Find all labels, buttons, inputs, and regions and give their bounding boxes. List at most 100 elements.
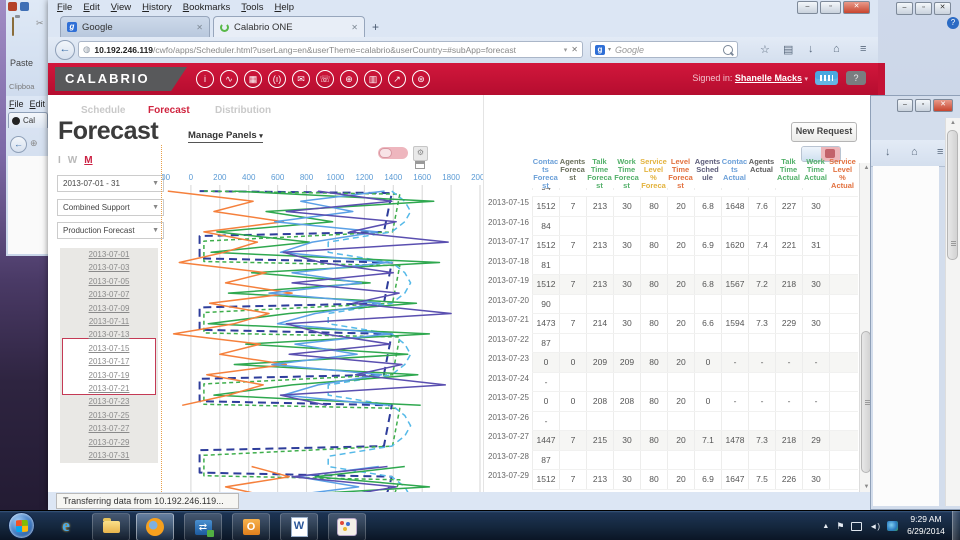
date-link[interactable]: 2013-07-11 [60,315,158,328]
new-request-button[interactable]: New Request [791,122,857,142]
paste-button[interactable] [12,18,14,36]
back-button[interactable]: ← [10,136,27,153]
taskbar-outlook[interactable]: O [232,513,270,540]
background-scrollbar[interactable]: ▲ [945,118,960,506]
table-row[interactable]: 87 [532,451,858,471]
stop-icon[interactable]: ✕ [571,45,578,54]
scrollbar-thumb[interactable] [947,130,958,260]
background-firefox-menubar[interactable]: File Edit [9,99,45,109]
back-button[interactable]: ← [55,40,75,60]
maximize-button[interactable]: ▫ [915,99,931,112]
firefox-menubar[interactable]: FileEditViewHistoryBookmarksToolsHelp [48,0,819,14]
menu-view[interactable]: View [111,2,131,13]
menu-file[interactable]: File [9,99,24,109]
tab-distribution[interactable]: Distribution [215,105,271,116]
table-row[interactable]: 151272133080206.916207.422131 [532,236,858,256]
taskbar-ie[interactable]: e [48,513,84,539]
minimize-button[interactable]: – [896,2,913,15]
target-icon[interactable]: ⊕ [340,70,358,88]
menu-history[interactable]: History [142,2,172,13]
table-row[interactable]: 94 [532,188,858,197]
close-button[interactable]: ✕ [934,2,951,15]
table-row[interactable]: 151272133080206.816487.622730 [532,197,858,217]
home-icon[interactable]: ⌂ [911,146,918,158]
menu-edit[interactable]: Edit [83,2,99,13]
taskbar-transfer-app[interactable]: ⇄ [184,513,222,540]
background-firefox-tab[interactable]: Cal [8,112,48,128]
queue-select[interactable]: Combined Support▼ [57,199,164,216]
trend-icon[interactable]: ↗ [388,70,406,88]
table-row[interactable]: 87 [532,334,858,354]
tab-schedule[interactable]: Schedule [81,105,125,116]
display-icon[interactable] [851,522,862,531]
date-link[interactable]: 2013-07-09 [60,302,158,315]
agent-icon[interactable]: ☏ [316,70,334,88]
menu-tools[interactable]: Tools [241,2,263,13]
table-row[interactable]: - [532,373,858,393]
minimize-button[interactable]: – [897,99,913,112]
menu-bookmarks[interactable]: Bookmarks [183,2,231,13]
maximize-button[interactable]: ▫ [915,2,932,15]
downloads-icon[interactable]: ↓ [885,146,891,158]
tab-close-icon[interactable]: ✕ [351,23,358,32]
background-window-2[interactable]: – ▫ ✕ ↓ ⌂ ≡ ▲ [870,95,960,510]
table-row[interactable]: 81 [532,256,858,276]
start-button[interactable] [8,512,35,539]
date-range-select[interactable]: 2013-07-01 - 31▼ [57,175,164,192]
bookmarks-menu-icon[interactable]: ▤ [783,43,793,56]
downloads-icon[interactable]: ↓ [808,43,814,55]
chart-popout-icon[interactable] [415,161,425,169]
hamburger-menu-icon[interactable]: ≡ [860,43,866,55]
table-row[interactable]: 151272133080206.815677.221830 [532,275,858,295]
date-link[interactable]: 2013-07-25 [60,409,158,422]
table-row[interactable]: 0020920980200---- [532,353,858,373]
user-menu[interactable]: Shanelle Macks [735,73,802,83]
menu-edit[interactable]: Edit [30,99,46,109]
broadcast-icon[interactable]: (ı) [268,70,286,88]
user-dropdown-icon[interactable]: ▾ [804,76,808,83]
date-link[interactable]: 2013-07-19 [60,369,158,382]
bookmark-star-icon[interactable]: ☆ [760,43,770,56]
tab-forecast[interactable]: Forecast [148,105,190,116]
activity-icon[interactable]: ∿ [220,70,238,88]
cut-icon[interactable]: ✂ [36,18,44,29]
taskbar-word[interactable]: W [280,513,318,540]
date-link[interactable]: 2013-07-01 [60,248,158,261]
date-link[interactable]: 2013-07-23 [60,395,158,408]
table-row[interactable]: 0020820880200---- [532,392,858,412]
tab-google[interactable]: g Google ✕ [60,16,210,37]
info-icon[interactable]: i [196,70,214,88]
date-link[interactable]: 2013-07-13 [60,328,158,341]
search-engine-dropdown-icon[interactable]: ▾ [608,46,611,53]
table-row[interactable]: 147372143080206.615947.322930 [532,314,858,334]
url-bar[interactable]: ◍ 10.192.246.119 /cwfo/apps/Scheduler.ht… [78,41,583,58]
taskbar-paint[interactable] [328,513,366,540]
network-icon[interactable] [887,521,898,531]
taskbar-explorer[interactable] [92,513,130,540]
show-desktop-button[interactable] [952,511,960,540]
search-icon[interactable] [723,45,733,55]
table-row[interactable]: - [532,412,858,432]
close-button[interactable]: ✕ [933,99,953,112]
help-icon[interactable]: ? [947,17,959,29]
home-icon[interactable]: ⌂ [833,43,840,55]
date-link[interactable]: 2013-07-27 [60,422,158,435]
granularity-i[interactable]: I [58,155,61,166]
word-window-fragment[interactable]: ✂ Paste Clipboa [6,0,49,96]
table-row[interactable]: 151272133080206.916477.522630 [532,470,858,490]
background-firefox-right[interactable]: – ▫ ✕ ? – ▫ ✕ ↓ ⌂ ≡ ▲ [878,0,960,510]
tab-close-icon[interactable]: ✕ [196,23,203,32]
url-dropdown-icon[interactable]: ▾ [564,46,568,54]
calendar-icon[interactable]: ▦ [244,70,262,88]
table-row[interactable]: 90 [532,295,858,315]
speaker-icon[interactable]: ◄) [869,522,880,531]
forecast-type-select[interactable]: Production Forecast▼ [57,222,164,239]
date-link[interactable]: 2013-07-07 [60,288,158,301]
tab-calabrio-one[interactable]: Calabrio ONE ✕ [213,16,365,37]
taskbar-firefox[interactable] [136,513,174,540]
manage-panels-button[interactable]: Manage Panels ▾ [188,130,263,143]
scroll-up-icon[interactable]: ▲ [946,120,960,126]
granularity-w[interactable]: W [68,155,77,166]
action-center-flag-icon[interactable]: ⚑ [836,521,844,532]
table-row[interactable]: 144772153080207.114787.321829 [532,431,858,451]
